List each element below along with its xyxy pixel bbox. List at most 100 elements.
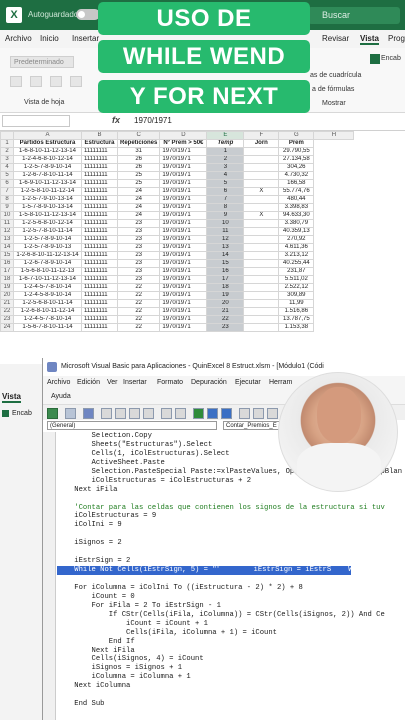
- cell[interactable]: 18: [206, 283, 245, 292]
- cell[interactable]: 11: [206, 227, 245, 236]
- row-header[interactable]: 3: [0, 155, 14, 164]
- cell[interactable]: 1-2-6-7-8-10-11-14: [13, 171, 82, 180]
- cell[interactable]: 11111111: [81, 235, 118, 244]
- cell[interactable]: 5: [206, 179, 245, 188]
- tab-revisar[interactable]: Revisar: [322, 34, 349, 43]
- row-header[interactable]: 21: [0, 299, 14, 308]
- cell[interactable]: 21: [206, 307, 245, 316]
- cell[interactable]: 1970/1971: [159, 219, 208, 228]
- cell[interactable]: 11111111: [81, 267, 118, 276]
- cell[interactable]: [243, 315, 280, 324]
- cell[interactable]: 11111111: [81, 195, 118, 204]
- header-cell[interactable]: Repeticiones: [116, 139, 161, 148]
- formula-value[interactable]: 1970/1971: [134, 116, 172, 125]
- cell[interactable]: 1970/1971: [159, 195, 208, 204]
- cell[interactable]: [243, 179, 280, 188]
- cell[interactable]: 25: [116, 171, 161, 180]
- code-line[interactable]: End If: [57, 638, 405, 647]
- header-cell[interactable]: Nº Prem > 50€: [159, 139, 208, 148]
- code-line[interactable]: For iFila = 2 To iEstrSign - 1: [57, 602, 405, 611]
- view-excel-icon[interactable]: [47, 408, 58, 419]
- cell[interactable]: 22: [116, 291, 161, 300]
- select-all-corner[interactable]: [0, 131, 14, 140]
- row-header[interactable]: 18: [0, 275, 14, 284]
- vba-menu-ayuda[interactable]: Ayuda: [51, 393, 71, 400]
- code-line[interactable]: Cells(iFila, iColumna + 1) = iCount: [57, 629, 405, 638]
- code-line[interactable]: Next iFila: [57, 647, 405, 656]
- cell[interactable]: [243, 147, 280, 156]
- cell[interactable]: 1970/1971: [159, 259, 208, 268]
- row-header[interactable]: 7: [0, 187, 14, 196]
- cell[interactable]: 1970/1971: [159, 235, 208, 244]
- paste-icon[interactable]: [129, 408, 140, 419]
- column-header-h[interactable]: H: [313, 131, 355, 140]
- design-mode-icon[interactable]: [239, 408, 250, 419]
- cell[interactable]: [243, 171, 280, 180]
- code-line[interactable]: iSignos = 2: [57, 539, 405, 548]
- cell[interactable]: X: [243, 187, 280, 196]
- cell[interactable]: 23: [116, 219, 161, 228]
- cell[interactable]: 1970/1971: [159, 267, 208, 276]
- row-header[interactable]: 4: [0, 163, 14, 172]
- cell[interactable]: 1.153,38: [278, 323, 315, 332]
- row-header[interactable]: 5: [0, 171, 14, 180]
- stop-icon[interactable]: [221, 408, 232, 419]
- cell[interactable]: 24: [116, 195, 161, 204]
- vba-menu-insertar[interactable]: Insertar: [123, 379, 147, 386]
- code-line[interactable]: iCount = iCount + 1: [57, 620, 405, 629]
- cell[interactable]: 1-2-4-5-7-8-10-14: [13, 283, 82, 292]
- cell[interactable]: 1-2-4-5-8-9-10-14: [13, 291, 82, 300]
- vba-menu-depuracion[interactable]: Depuración: [191, 379, 227, 386]
- cell[interactable]: 22: [116, 299, 161, 308]
- cell[interactable]: 29.790,55: [278, 147, 315, 156]
- cell[interactable]: 11111111: [81, 307, 118, 316]
- cell[interactable]: 22: [116, 307, 161, 316]
- cell[interactable]: 1-2-4-6-8-10-12-14: [13, 155, 82, 164]
- cell[interactable]: [243, 283, 280, 292]
- cell[interactable]: 23: [116, 243, 161, 252]
- cell[interactable]: 11111111: [81, 163, 118, 172]
- cell[interactable]: 22: [116, 283, 161, 292]
- cell[interactable]: 11111111: [81, 155, 118, 164]
- cell[interactable]: 24: [116, 187, 161, 196]
- cell[interactable]: 16: [206, 267, 245, 276]
- cell[interactable]: 1-2-5-7-8-9-10-13: [13, 243, 82, 252]
- cell[interactable]: 13: [206, 243, 245, 252]
- cell[interactable]: 1-2-6-8-10-11-12-13-14: [13, 251, 82, 260]
- cell[interactable]: X: [243, 211, 280, 220]
- search-box[interactable]: Buscar: [308, 7, 400, 24]
- vba-menu-ver[interactable]: Ver: [107, 379, 118, 386]
- cell[interactable]: 1970/1971: [159, 291, 208, 300]
- cell[interactable]: [243, 163, 280, 172]
- code-line[interactable]: While Not Cells(iEstrSign, 5) = "": [57, 566, 221, 575]
- code-line[interactable]: iColIni = 9: [57, 521, 405, 530]
- cell[interactable]: 1970/1971: [159, 323, 208, 332]
- code-line[interactable]: iEstrSign = iEstrSign + 1: [219, 566, 361, 575]
- cell[interactable]: 11111111: [81, 171, 118, 180]
- insert-module-icon[interactable]: [65, 408, 76, 419]
- tab-insertar[interactable]: Insertar: [72, 34, 99, 43]
- project-explorer-icon[interactable]: [253, 408, 264, 419]
- code-line[interactable]: End Sub: [57, 700, 405, 709]
- save-icon[interactable]: [83, 408, 94, 419]
- pause-icon[interactable]: [207, 408, 218, 419]
- code-line[interactable]: Next iColumna: [57, 682, 405, 691]
- cell[interactable]: 11111111: [81, 323, 118, 332]
- tab-programador[interactable]: Progr: [388, 34, 405, 43]
- header-cell[interactable]: Prem: [278, 139, 315, 148]
- cell[interactable]: 1970/1971: [159, 315, 208, 324]
- cell[interactable]: 1: [206, 147, 245, 156]
- cell[interactable]: 4.611,36: [278, 243, 315, 252]
- cell[interactable]: 1970/1971: [159, 187, 208, 196]
- cell[interactable]: 40.359,13: [278, 227, 315, 236]
- cell[interactable]: 166,58: [278, 179, 315, 188]
- exit-view-icon[interactable]: [30, 76, 42, 87]
- cell[interactable]: 1.516,86: [278, 307, 315, 316]
- cell[interactable]: 1970/1971: [159, 251, 208, 260]
- cell[interactable]: 2.522,12: [278, 283, 315, 292]
- keep-view-icon[interactable]: [10, 76, 22, 87]
- cell[interactable]: 11111111: [81, 243, 118, 252]
- cell[interactable]: 2: [206, 155, 245, 164]
- cell[interactable]: 1-2-6-8-10-11-12-14: [13, 307, 82, 316]
- cell[interactable]: 1-6-9-10-11-12-13-14: [13, 179, 82, 188]
